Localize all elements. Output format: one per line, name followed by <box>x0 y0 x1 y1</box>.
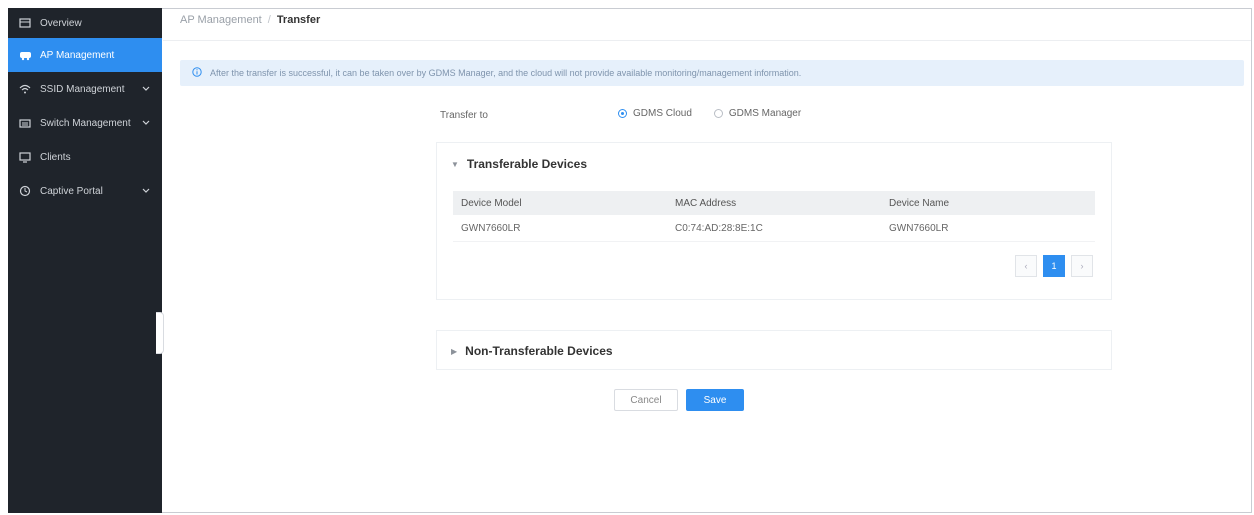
wifi-icon <box>18 82 32 96</box>
chevron-down-icon <box>142 186 150 197</box>
transferable-devices-table: Device Model MAC Address Device Name GWN… <box>453 191 1095 242</box>
pagination: ‹ 1 › <box>1015 255 1093 277</box>
table-header: Device Model MAC Address Device Name <box>453 191 1095 215</box>
access-point-icon <box>18 48 32 62</box>
transferable-devices-toggle[interactable]: ▼ Transferable Devices <box>451 157 587 171</box>
column-header-device-name: Device Name <box>889 197 950 209</box>
portal-icon <box>18 184 32 198</box>
radio-label: GDMS Manager <box>728 108 802 119</box>
radio-dot <box>713 109 723 118</box>
sidebar-item-label: Clients <box>40 151 71 163</box>
panel-title: Transferable Devices <box>466 157 587 171</box>
sidebar-item-label: Switch Management <box>40 117 131 129</box>
table-row[interactable]: GWN7660LR C0:74:AD:28:8E:1C GWN7660LR <box>453 215 1095 242</box>
non-transferable-devices-toggle[interactable]: ▶ Non-Transferable Devices <box>451 344 613 358</box>
transferable-devices-panel: ▼ Transferable Devices Device Model MAC … <box>436 142 1112 300</box>
cancel-button[interactable]: Cancel <box>614 389 678 411</box>
sidebar-item-label: Overview <box>40 17 82 29</box>
caret-right-icon: ▶ <box>451 346 458 356</box>
column-header-mac-address: MAC Address <box>675 197 737 209</box>
radio-label: GDMS Cloud <box>633 108 692 119</box>
pagination-page-button[interactable]: 1 <box>1043 255 1065 277</box>
chevron-down-icon <box>142 118 150 129</box>
cell-mac-address: C0:74:AD:28:8E:1C <box>675 222 763 234</box>
radio-gdms-manager[interactable]: GDMS Manager <box>713 108 802 119</box>
radio-gdms-cloud[interactable]: GDMS Cloud <box>618 108 692 119</box>
caret-down-icon: ▼ <box>451 159 459 169</box>
switch-icon <box>18 116 32 130</box>
sidebar-item-label: AP Management <box>40 49 115 61</box>
breadcrumb: AP Management / Transfer <box>180 14 320 26</box>
radio-dot <box>618 109 627 118</box>
sidebar-item-clients[interactable]: Clients <box>8 140 162 174</box>
sidebar-collapse-handle[interactable] <box>156 312 164 354</box>
sidebar-item-label: Captive Portal <box>40 185 103 197</box>
chevron-down-icon <box>142 84 150 95</box>
sidebar-item-captive-portal[interactable]: Captive Portal <box>8 174 162 208</box>
cell-device-model: GWN7660LR <box>461 222 521 234</box>
dashboard-icon <box>18 16 32 30</box>
cell-device-name: GWN7660LR <box>889 222 949 234</box>
non-transferable-devices-panel: ▶ Non-Transferable Devices <box>436 330 1112 370</box>
breadcrumb-separator: / <box>267 14 271 26</box>
save-button[interactable]: Save <box>686 389 744 411</box>
info-banner-text: After the transfer is successful, it can… <box>210 68 802 78</box>
column-header-device-model: Device Model <box>461 197 522 209</box>
sidebar-item-ap-management[interactable]: AP Management <box>8 38 162 72</box>
sidebar-item-overview[interactable]: Overview <box>8 8 162 38</box>
pagination-prev-button[interactable]: ‹ <box>1015 255 1037 277</box>
sidebar-item-label: SSID Management <box>40 83 125 95</box>
breadcrumb-parent[interactable]: AP Management <box>180 14 262 26</box>
pagination-next-button[interactable]: › <box>1071 255 1093 277</box>
info-banner: After the transfer is successful, it can… <box>180 60 1244 86</box>
sidebar: Overview AP Management SSID Management S… <box>8 8 162 513</box>
header-divider <box>163 40 1251 41</box>
info-icon <box>192 66 202 80</box>
transfer-target-radio-group: GDMS Cloud GDMS Manager <box>618 108 801 119</box>
sidebar-item-switch-management[interactable]: Switch Management <box>8 106 162 140</box>
page-title: Transfer <box>276 14 321 26</box>
transfer-to-label: Transfer to <box>440 110 488 121</box>
clients-icon <box>18 150 32 164</box>
panel-title: Non-Transferable Devices <box>465 344 613 358</box>
sidebar-item-ssid-management[interactable]: SSID Management <box>8 72 162 106</box>
